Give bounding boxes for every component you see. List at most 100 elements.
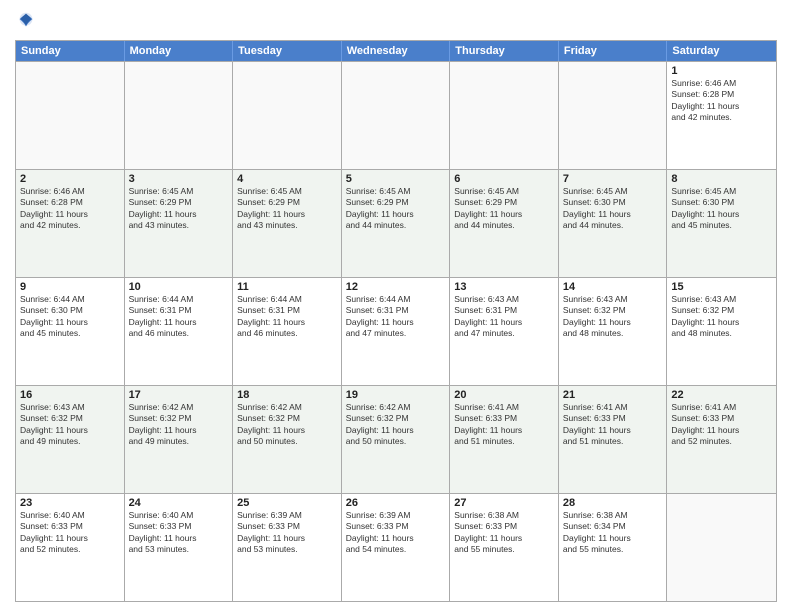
day-number: 9	[20, 281, 120, 293]
day-cell-17: 17Sunrise: 6:42 AM Sunset: 6:32 PM Dayli…	[125, 386, 234, 493]
day-info: Sunrise: 6:41 AM Sunset: 6:33 PM Dayligh…	[671, 402, 772, 448]
day-cell-28: 28Sunrise: 6:38 AM Sunset: 6:34 PM Dayli…	[559, 494, 668, 601]
week-row-3: 16Sunrise: 6:43 AM Sunset: 6:32 PM Dayli…	[16, 385, 776, 493]
empty-cell	[667, 494, 776, 601]
day-number: 19	[346, 389, 446, 401]
day-cell-14: 14Sunrise: 6:43 AM Sunset: 6:32 PM Dayli…	[559, 278, 668, 385]
day-info: Sunrise: 6:40 AM Sunset: 6:33 PM Dayligh…	[20, 510, 120, 556]
day-cell-27: 27Sunrise: 6:38 AM Sunset: 6:33 PM Dayli…	[450, 494, 559, 601]
day-info: Sunrise: 6:42 AM Sunset: 6:32 PM Dayligh…	[346, 402, 446, 448]
day-cell-15: 15Sunrise: 6:43 AM Sunset: 6:32 PM Dayli…	[667, 278, 776, 385]
day-number: 5	[346, 173, 446, 185]
header-day-wednesday: Wednesday	[342, 41, 451, 61]
header-day-monday: Monday	[125, 41, 234, 61]
day-cell-1: 1Sunrise: 6:46 AM Sunset: 6:28 PM Daylig…	[667, 62, 776, 169]
calendar-header: SundayMondayTuesdayWednesdayThursdayFrid…	[16, 41, 776, 61]
day-cell-3: 3Sunrise: 6:45 AM Sunset: 6:29 PM Daylig…	[125, 170, 234, 277]
header-day-tuesday: Tuesday	[233, 41, 342, 61]
day-number: 13	[454, 281, 554, 293]
week-row-4: 23Sunrise: 6:40 AM Sunset: 6:33 PM Dayli…	[16, 493, 776, 601]
day-number: 27	[454, 497, 554, 509]
day-info: Sunrise: 6:46 AM Sunset: 6:28 PM Dayligh…	[20, 186, 120, 232]
header	[15, 10, 777, 32]
day-number: 7	[563, 173, 663, 185]
day-number: 16	[20, 389, 120, 401]
day-number: 11	[237, 281, 337, 293]
week-row-0: 1Sunrise: 6:46 AM Sunset: 6:28 PM Daylig…	[16, 61, 776, 169]
empty-cell	[16, 62, 125, 169]
day-cell-24: 24Sunrise: 6:40 AM Sunset: 6:33 PM Dayli…	[125, 494, 234, 601]
header-day-saturday: Saturday	[667, 41, 776, 61]
day-info: Sunrise: 6:43 AM Sunset: 6:32 PM Dayligh…	[671, 294, 772, 340]
day-number: 17	[129, 389, 229, 401]
day-cell-4: 4Sunrise: 6:45 AM Sunset: 6:29 PM Daylig…	[233, 170, 342, 277]
day-number: 10	[129, 281, 229, 293]
day-number: 18	[237, 389, 337, 401]
logo	[15, 10, 40, 32]
day-number: 3	[129, 173, 229, 185]
day-number: 1	[671, 65, 772, 77]
day-cell-8: 8Sunrise: 6:45 AM Sunset: 6:30 PM Daylig…	[667, 170, 776, 277]
day-info: Sunrise: 6:45 AM Sunset: 6:29 PM Dayligh…	[129, 186, 229, 232]
day-cell-26: 26Sunrise: 6:39 AM Sunset: 6:33 PM Dayli…	[342, 494, 451, 601]
day-info: Sunrise: 6:39 AM Sunset: 6:33 PM Dayligh…	[346, 510, 446, 556]
day-info: Sunrise: 6:46 AM Sunset: 6:28 PM Dayligh…	[671, 78, 772, 124]
day-cell-7: 7Sunrise: 6:45 AM Sunset: 6:30 PM Daylig…	[559, 170, 668, 277]
day-info: Sunrise: 6:45 AM Sunset: 6:29 PM Dayligh…	[346, 186, 446, 232]
day-info: Sunrise: 6:45 AM Sunset: 6:30 PM Dayligh…	[671, 186, 772, 232]
day-cell-22: 22Sunrise: 6:41 AM Sunset: 6:33 PM Dayli…	[667, 386, 776, 493]
day-info: Sunrise: 6:42 AM Sunset: 6:32 PM Dayligh…	[129, 402, 229, 448]
week-row-1: 2Sunrise: 6:46 AM Sunset: 6:28 PM Daylig…	[16, 169, 776, 277]
day-info: Sunrise: 6:38 AM Sunset: 6:34 PM Dayligh…	[563, 510, 663, 556]
empty-cell	[233, 62, 342, 169]
header-day-sunday: Sunday	[16, 41, 125, 61]
day-info: Sunrise: 6:38 AM Sunset: 6:33 PM Dayligh…	[454, 510, 554, 556]
day-cell-6: 6Sunrise: 6:45 AM Sunset: 6:29 PM Daylig…	[450, 170, 559, 277]
day-number: 15	[671, 281, 772, 293]
day-cell-18: 18Sunrise: 6:42 AM Sunset: 6:32 PM Dayli…	[233, 386, 342, 493]
day-info: Sunrise: 6:45 AM Sunset: 6:29 PM Dayligh…	[237, 186, 337, 232]
day-info: Sunrise: 6:44 AM Sunset: 6:31 PM Dayligh…	[129, 294, 229, 340]
day-cell-5: 5Sunrise: 6:45 AM Sunset: 6:29 PM Daylig…	[342, 170, 451, 277]
day-number: 22	[671, 389, 772, 401]
day-number: 21	[563, 389, 663, 401]
day-info: Sunrise: 6:40 AM Sunset: 6:33 PM Dayligh…	[129, 510, 229, 556]
header-day-friday: Friday	[559, 41, 668, 61]
day-info: Sunrise: 6:41 AM Sunset: 6:33 PM Dayligh…	[563, 402, 663, 448]
day-info: Sunrise: 6:43 AM Sunset: 6:32 PM Dayligh…	[20, 402, 120, 448]
empty-cell	[125, 62, 234, 169]
day-number: 24	[129, 497, 229, 509]
day-cell-12: 12Sunrise: 6:44 AM Sunset: 6:31 PM Dayli…	[342, 278, 451, 385]
day-cell-23: 23Sunrise: 6:40 AM Sunset: 6:33 PM Dayli…	[16, 494, 125, 601]
header-day-thursday: Thursday	[450, 41, 559, 61]
day-number: 20	[454, 389, 554, 401]
day-cell-25: 25Sunrise: 6:39 AM Sunset: 6:33 PM Dayli…	[233, 494, 342, 601]
day-info: Sunrise: 6:41 AM Sunset: 6:33 PM Dayligh…	[454, 402, 554, 448]
empty-cell	[559, 62, 668, 169]
day-number: 26	[346, 497, 446, 509]
day-cell-10: 10Sunrise: 6:44 AM Sunset: 6:31 PM Dayli…	[125, 278, 234, 385]
day-number: 8	[671, 173, 772, 185]
day-info: Sunrise: 6:44 AM Sunset: 6:31 PM Dayligh…	[346, 294, 446, 340]
day-number: 14	[563, 281, 663, 293]
day-info: Sunrise: 6:39 AM Sunset: 6:33 PM Dayligh…	[237, 510, 337, 556]
day-info: Sunrise: 6:43 AM Sunset: 6:32 PM Dayligh…	[563, 294, 663, 340]
day-number: 12	[346, 281, 446, 293]
day-number: 28	[563, 497, 663, 509]
empty-cell	[450, 62, 559, 169]
day-info: Sunrise: 6:44 AM Sunset: 6:31 PM Dayligh…	[237, 294, 337, 340]
day-number: 25	[237, 497, 337, 509]
logo-icon	[15, 10, 37, 32]
day-info: Sunrise: 6:45 AM Sunset: 6:29 PM Dayligh…	[454, 186, 554, 232]
day-info: Sunrise: 6:43 AM Sunset: 6:31 PM Dayligh…	[454, 294, 554, 340]
day-info: Sunrise: 6:42 AM Sunset: 6:32 PM Dayligh…	[237, 402, 337, 448]
day-number: 23	[20, 497, 120, 509]
day-number: 6	[454, 173, 554, 185]
calendar: SundayMondayTuesdayWednesdayThursdayFrid…	[15, 40, 777, 602]
day-cell-13: 13Sunrise: 6:43 AM Sunset: 6:31 PM Dayli…	[450, 278, 559, 385]
day-number: 2	[20, 173, 120, 185]
day-info: Sunrise: 6:45 AM Sunset: 6:30 PM Dayligh…	[563, 186, 663, 232]
day-number: 4	[237, 173, 337, 185]
day-cell-19: 19Sunrise: 6:42 AM Sunset: 6:32 PM Dayli…	[342, 386, 451, 493]
calendar-body: 1Sunrise: 6:46 AM Sunset: 6:28 PM Daylig…	[16, 61, 776, 601]
